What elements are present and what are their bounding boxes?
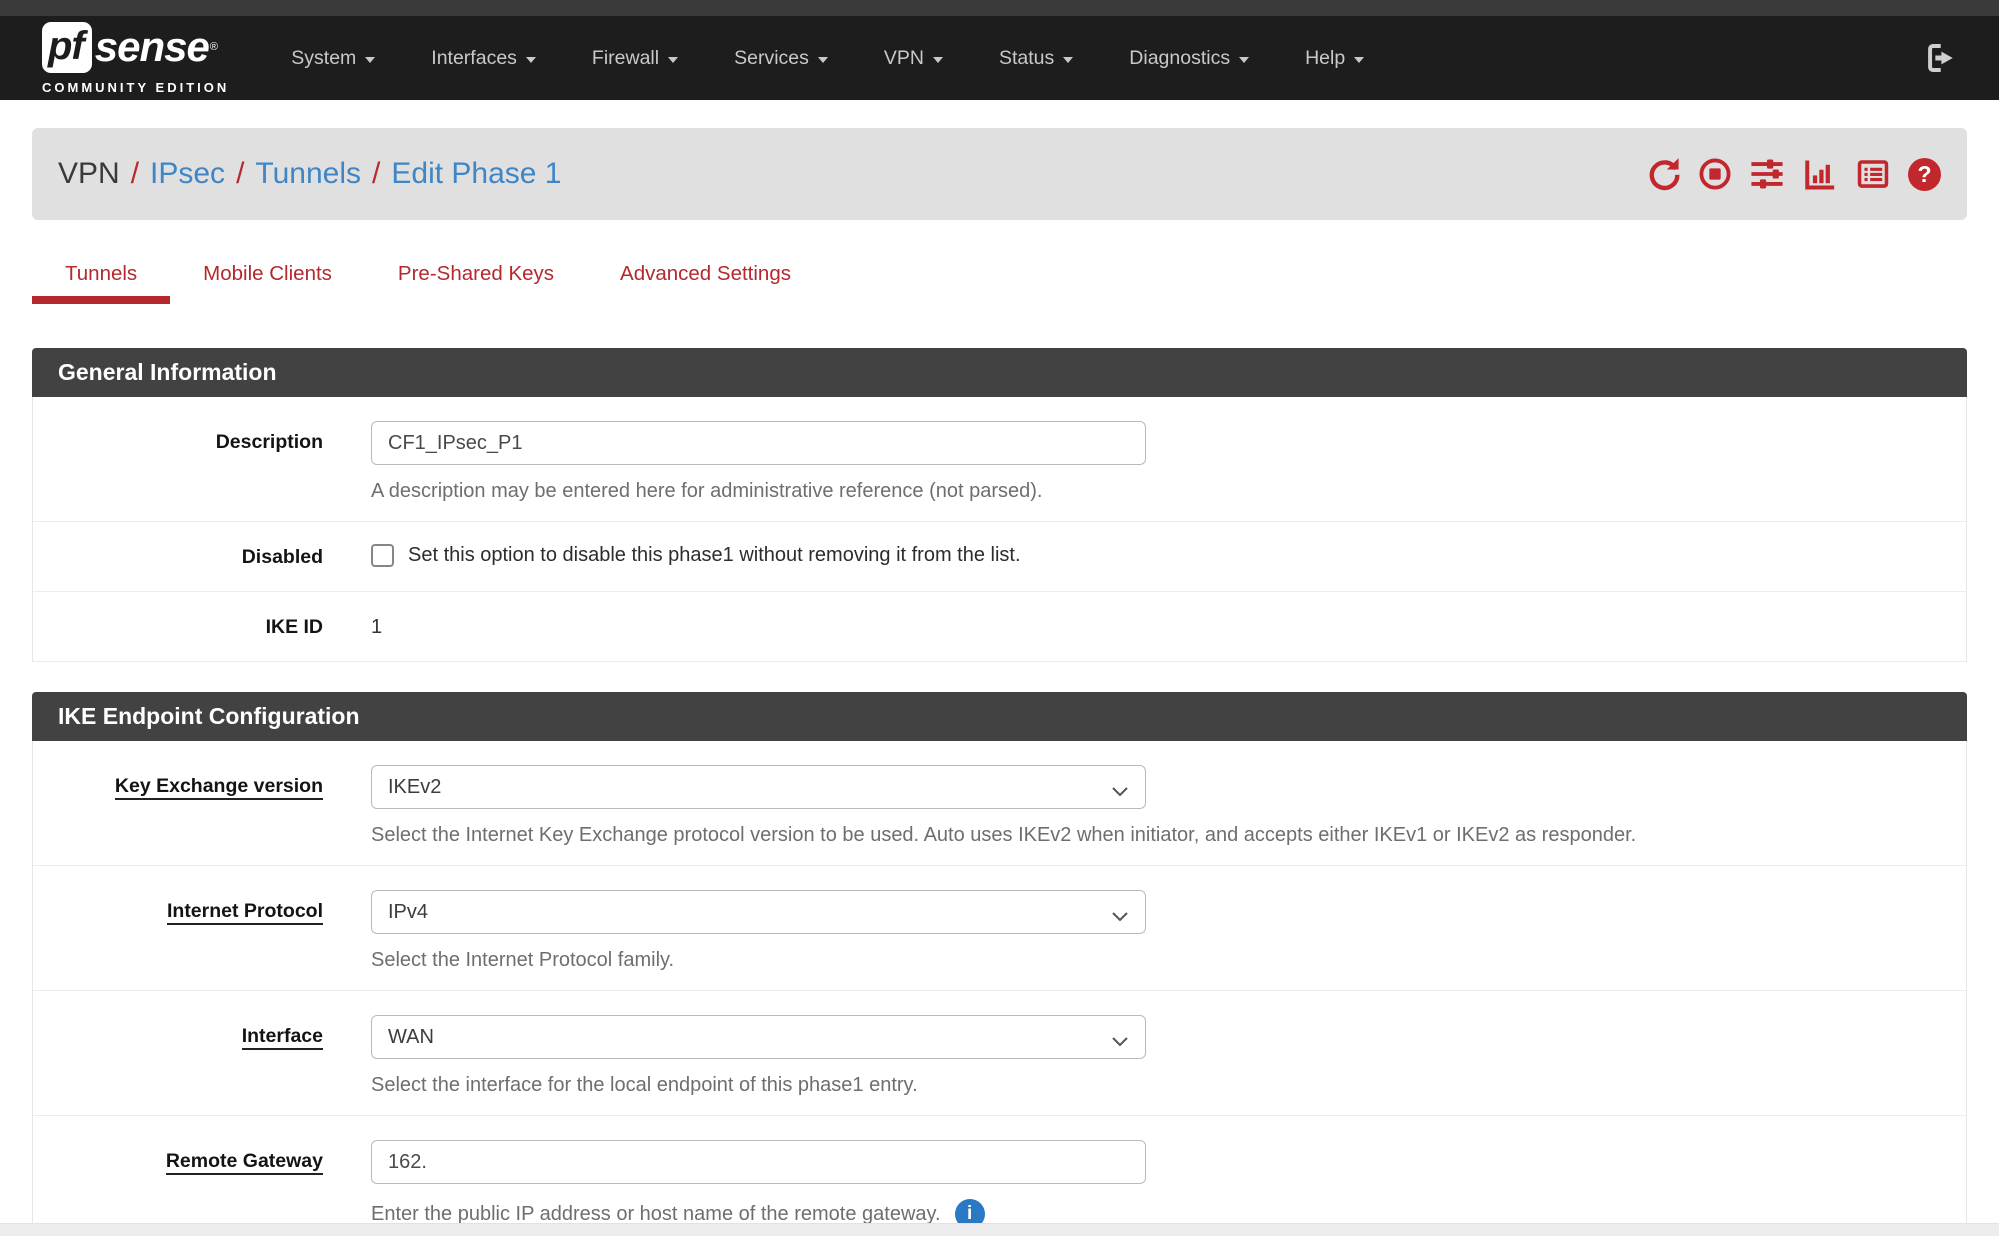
- panel-ike-endpoint-configuration: IKE Endpoint Configuration Key Exchange …: [32, 692, 1967, 1236]
- breadcrumb-tunnels-link[interactable]: Tunnels: [255, 157, 361, 191]
- form-row-internet-protocol: Internet Protocol IPv4 Select the Intern…: [33, 866, 1966, 991]
- panel-general-information: General Information Description A descri…: [32, 348, 1967, 662]
- nav-item-system[interactable]: System: [263, 47, 403, 70]
- section-title: General Information: [32, 348, 1967, 397]
- main-navbar: pf sense ® COMMUNITY EDITION System Inte…: [0, 16, 1999, 100]
- sliders-icon[interactable]: [1749, 157, 1785, 191]
- remote-gateway-input[interactable]: [371, 1140, 1146, 1184]
- breadcrumb-action-icons: ?: [1647, 157, 1941, 191]
- nav-item-label: VPN: [884, 47, 924, 70]
- form-row-key-exchange-version: Key Exchange version IKEv2 Select the In…: [33, 741, 1966, 866]
- log-icon[interactable]: [1855, 157, 1891, 191]
- nav-item-diagnostics[interactable]: Diagnostics: [1101, 47, 1277, 70]
- window-top-strip: [0, 0, 1999, 16]
- refresh-icon[interactable]: [1647, 157, 1681, 191]
- nav-item-label: Diagnostics: [1129, 47, 1230, 70]
- chevron-down-icon: [668, 57, 678, 63]
- breadcrumb-separator: /: [372, 157, 380, 191]
- breadcrumb-edit-phase1-link[interactable]: Edit Phase 1: [391, 157, 561, 191]
- nav-item-vpn[interactable]: VPN: [856, 47, 971, 70]
- description-input[interactable]: [371, 421, 1146, 465]
- chevron-down-icon: [526, 57, 536, 63]
- internet-protocol-select[interactable]: IPv4: [371, 890, 1146, 934]
- nav-item-services[interactable]: Services: [706, 47, 856, 70]
- help-icon[interactable]: ?: [1908, 158, 1941, 191]
- logout-button[interactable]: [1923, 41, 1957, 75]
- form-row-interface: Interface WAN Select the interface for t…: [33, 991, 1966, 1116]
- chart-icon[interactable]: [1802, 157, 1838, 191]
- chevron-down-icon: [1111, 781, 1129, 804]
- internet-protocol-label: Internet Protocol: [33, 890, 323, 972]
- nav-item-label: System: [291, 47, 356, 70]
- stop-icon[interactable]: [1698, 157, 1732, 191]
- chevron-down-icon: [1111, 906, 1129, 929]
- sense-text: sense: [95, 26, 209, 68]
- interface-select[interactable]: WAN: [371, 1015, 1146, 1059]
- chevron-down-icon: [1111, 1031, 1129, 1054]
- nav-item-label: Status: [999, 47, 1054, 70]
- tab-pre-shared-keys[interactable]: Pre-Shared Keys: [365, 254, 587, 304]
- registered-mark: ®: [210, 42, 218, 53]
- nav-item-label: Help: [1305, 47, 1345, 70]
- disabled-label: Disabled: [33, 544, 323, 569]
- description-label: Description: [33, 421, 323, 503]
- chevron-down-icon: [818, 57, 828, 63]
- internet-protocol-help: Select the Internet Protocol family.: [371, 949, 1966, 972]
- nav-item-label: Interfaces: [431, 47, 517, 70]
- form-row-ike-id: IKE ID 1: [33, 592, 1966, 662]
- ike-id-value: 1: [371, 614, 1966, 639]
- form-row-remote-gateway: Remote Gateway Enter the public IP addre…: [33, 1116, 1966, 1236]
- remote-gateway-label: Remote Gateway: [33, 1140, 323, 1229]
- select-value: WAN: [388, 1026, 434, 1049]
- tab-tunnels[interactable]: Tunnels: [32, 254, 170, 304]
- key-exchange-version-label: Key Exchange version: [33, 765, 323, 847]
- page-bottom-strip: [0, 1223, 1999, 1236]
- select-value: IPv4: [388, 901, 428, 924]
- breadcrumb-vpn: VPN: [58, 157, 120, 191]
- chevron-down-icon: [1063, 57, 1073, 63]
- chevron-down-icon: [1354, 57, 1364, 63]
- pf-badge: pf: [42, 22, 92, 73]
- nav-item-interfaces[interactable]: Interfaces: [403, 47, 564, 70]
- breadcrumb-bar: VPN / IPsec / Tunnels / Edit Phase 1: [32, 128, 1967, 220]
- description-help: A description may be entered here for ad…: [371, 480, 1966, 503]
- chevron-down-icon: [933, 57, 943, 63]
- nav-item-status[interactable]: Status: [971, 47, 1101, 70]
- breadcrumb: VPN / IPsec / Tunnels / Edit Phase 1: [58, 157, 562, 191]
- breadcrumb-separator: /: [131, 157, 139, 191]
- interface-label: Interface: [33, 1015, 323, 1097]
- disabled-checkbox-label: Set this option to disable this phase1 w…: [408, 544, 1021, 567]
- ike-id-label: IKE ID: [33, 614, 323, 639]
- nav-menu: System Interfaces Firewall Services VPN …: [263, 47, 1392, 70]
- tab-mobile-clients[interactable]: Mobile Clients: [170, 254, 365, 304]
- chevron-down-icon: [1239, 57, 1249, 63]
- key-exchange-version-select[interactable]: IKEv2: [371, 765, 1146, 809]
- pfsense-logo[interactable]: pf sense ® COMMUNITY EDITION: [42, 22, 229, 95]
- section-title: IKE Endpoint Configuration: [32, 692, 1967, 741]
- interface-help: Select the interface for the local endpo…: [371, 1074, 1966, 1097]
- disabled-checkbox[interactable]: [371, 544, 394, 567]
- logout-icon: [1923, 41, 1957, 75]
- chevron-down-icon: [365, 57, 375, 63]
- nav-item-label: Firewall: [592, 47, 659, 70]
- breadcrumb-ipsec-link[interactable]: IPsec: [150, 157, 225, 191]
- select-value: IKEv2: [388, 776, 441, 799]
- key-exchange-version-help: Select the Internet Key Exchange protoco…: [371, 824, 1966, 847]
- nav-item-firewall[interactable]: Firewall: [564, 47, 706, 70]
- nav-item-label: Services: [734, 47, 809, 70]
- tab-advanced-settings[interactable]: Advanced Settings: [587, 254, 824, 304]
- pfsense-logo-text: pf sense ®: [42, 22, 229, 73]
- tab-bar: Tunnels Mobile Clients Pre-Shared Keys A…: [32, 254, 1967, 304]
- breadcrumb-separator: /: [236, 157, 244, 191]
- community-edition-label: COMMUNITY EDITION: [42, 80, 229, 95]
- nav-item-help[interactable]: Help: [1277, 47, 1392, 70]
- form-row-disabled: Disabled Set this option to disable this…: [33, 522, 1966, 592]
- form-row-description: Description A description may be entered…: [33, 397, 1966, 522]
